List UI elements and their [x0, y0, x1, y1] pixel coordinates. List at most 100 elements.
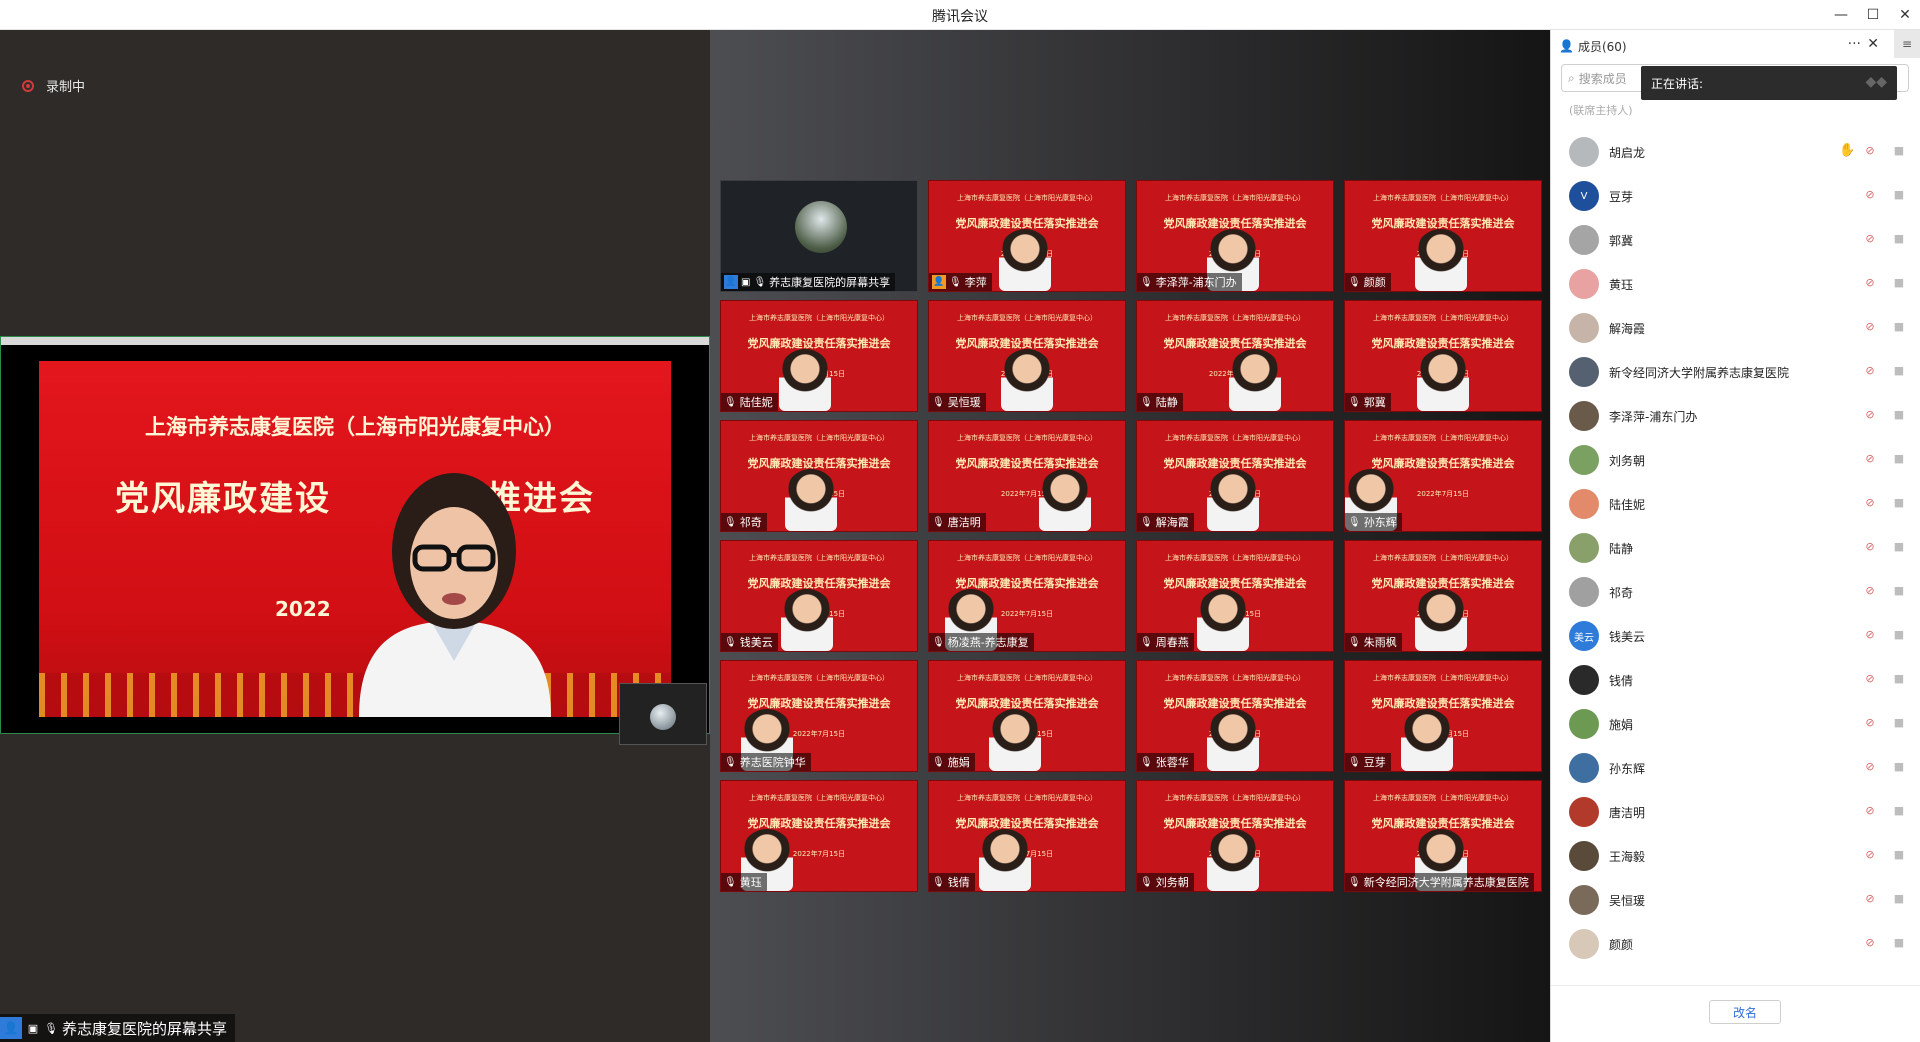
member-row[interactable]: 郭冀 ⊘ ■: [1551, 218, 1920, 262]
participant-tile[interactable]: 上海市养志康复医院（上海市阳光康复中心）党风廉政建设责任落实推进会2022年7月…: [928, 420, 1126, 532]
mic-muted-icon[interactable]: ⊘: [1863, 848, 1877, 862]
mic-muted-icon[interactable]: ⊘: [1863, 276, 1877, 290]
participant-tile[interactable]: 上海市养志康复医院（上海市阳光康复中心）党风廉政建设责任落实推进会2022年7月…: [1136, 180, 1334, 292]
pip-thumbnail[interactable]: [619, 683, 707, 745]
close-window-icon[interactable]: ✕: [1890, 0, 1920, 30]
mic-muted-icon[interactable]: ⊘: [1863, 804, 1877, 818]
camera-icon[interactable]: ■: [1891, 364, 1907, 378]
member-row[interactable]: 美云 钱美云 ⊘ ■: [1551, 614, 1920, 658]
camera-icon[interactable]: ■: [1891, 584, 1907, 598]
member-row[interactable]: 钱倩 ⊘ ■: [1551, 658, 1920, 702]
member-row[interactable]: 解海霞 ⊘ ■: [1551, 306, 1920, 350]
camera-icon[interactable]: ■: [1891, 144, 1907, 158]
member-row[interactable]: 陆佳妮 ⊘ ■: [1551, 482, 1920, 526]
mic-muted-icon[interactable]: ⊘: [1863, 408, 1877, 422]
camera-icon[interactable]: ■: [1891, 408, 1907, 422]
panel-menu-icon[interactable]: ≡: [1894, 30, 1920, 58]
participant-tile[interactable]: 上海市养志康复医院（上海市阳光康复中心）党风廉政建设责任落实推进会2022年7月…: [720, 780, 918, 892]
recording-indicator[interactable]: 录制中: [22, 76, 85, 95]
member-row[interactable]: 祁奇 ⊘ ■: [1551, 570, 1920, 614]
mic-muted-icon[interactable]: ⊘: [1863, 496, 1877, 510]
member-row[interactable]: 吴恒瑗 ⊘ ■: [1551, 878, 1920, 922]
member-row[interactable]: 胡启龙 ✋ ⊘ ■: [1551, 130, 1920, 174]
participant-tile[interactable]: 上海市养志康复医院（上海市阳光康复中心）党风廉政建设责任落实推进会2022年7月…: [928, 180, 1126, 292]
participant-tile[interactable]: 👤 ▣ 🎙 养志康复医院的屏幕共享: [720, 180, 918, 292]
member-panel-header: 👤 成员(60) ··· ✕: [1551, 30, 1891, 62]
participant-tile[interactable]: 上海市养志康复医院（上海市阳光康复中心）党风廉政建设责任落实推进会2022年7月…: [1136, 780, 1334, 892]
member-row[interactable]: 施娟 ⊘ ■: [1551, 702, 1920, 746]
participant-tile[interactable]: 上海市养志康复医院（上海市阳光康复中心）党风廉政建设责任落实推进会2022年7月…: [1344, 420, 1542, 532]
member-row[interactable]: 李泽萍-浦东门办 ⊘ ■: [1551, 394, 1920, 438]
mic-muted-icon[interactable]: ⊘: [1863, 320, 1877, 334]
member-row[interactable]: 刘务朝 ⊘ ■: [1551, 438, 1920, 482]
mic-muted-icon[interactable]: ⊘: [1863, 452, 1877, 466]
participant-tile[interactable]: 上海市养志康复医院（上海市阳光康复中心）党风廉政建设责任落实推进会2022年7月…: [720, 420, 918, 532]
participant-tile[interactable]: 上海市养志康复医院（上海市阳光康复中心）党风廉政建设责任落实推进会2022年7月…: [1136, 300, 1334, 412]
mic-muted-icon[interactable]: ⊘: [1863, 936, 1877, 950]
camera-icon[interactable]: ■: [1891, 848, 1907, 862]
mic-muted-icon[interactable]: ⊘: [1863, 144, 1877, 158]
camera-icon[interactable]: ■: [1891, 496, 1907, 510]
mic-muted-icon[interactable]: ⊘: [1863, 760, 1877, 774]
participant-tile[interactable]: 上海市养志康复医院（上海市阳光康复中心）党风廉政建设责任落实推进会2022年7月…: [1344, 540, 1542, 652]
camera-icon[interactable]: ■: [1891, 672, 1907, 686]
participant-tile[interactable]: 上海市养志康复医院（上海市阳光康复中心）党风廉政建设责任落实推进会2022年7月…: [1136, 660, 1334, 772]
member-row[interactable]: 王海毅 ⊘ ■: [1551, 834, 1920, 878]
member-row[interactable]: 陆静 ⊘ ■: [1551, 526, 1920, 570]
mic-muted-icon[interactable]: ⊘: [1863, 364, 1877, 378]
mic-muted-icon[interactable]: ⊘: [1863, 628, 1877, 642]
camera-icon[interactable]: ■: [1891, 188, 1907, 202]
member-row[interactable]: 新令经同济大学附属养志康复医院 ⊘ ■: [1551, 350, 1920, 394]
camera-icon[interactable]: ■: [1891, 276, 1907, 290]
participant-tile[interactable]: 上海市养志康复医院（上海市阳光康复中心）党风廉政建设责任落实推进会2022年7月…: [928, 780, 1126, 892]
minimize-icon[interactable]: —: [1826, 0, 1856, 30]
camera-icon[interactable]: ■: [1891, 232, 1907, 246]
camera-icon[interactable]: ■: [1891, 628, 1907, 642]
participant-tile[interactable]: 上海市养志康复医院（上海市阳光康复中心）党风廉政建设责任落实推进会2022年7月…: [1344, 300, 1542, 412]
more-icon[interactable]: ···: [1848, 36, 1861, 52]
mic-muted-icon[interactable]: ⊘: [1863, 540, 1877, 554]
participant-tile[interactable]: 上海市养志康复医院（上海市阳光康复中心）党风廉政建设责任落实推进会2022年7月…: [720, 540, 918, 652]
participant-tile[interactable]: 上海市养志康复医院（上海市阳光康复中心）党风廉政建设责任落实推进会2022年7月…: [928, 660, 1126, 772]
shared-screen[interactable]: 上海市养志康复医院（上海市阳光康复中心） 党风廉政建设 实推进会 2022: [0, 336, 710, 745]
camera-icon[interactable]: ■: [1891, 892, 1907, 906]
member-name: 唐洁明: [1609, 805, 1646, 820]
member-row[interactable]: V 豆芽 ⊘ ■: [1551, 174, 1920, 218]
recording-label: 录制中: [46, 80, 86, 95]
camera-icon[interactable]: ■: [1891, 760, 1907, 774]
mic-muted-icon[interactable]: ⊘: [1863, 232, 1877, 246]
close-panel-icon[interactable]: ✕: [1867, 36, 1879, 52]
participant-tile[interactable]: 上海市养志康复医院（上海市阳光康复中心）党风廉政建设责任落实推进会2022年7月…: [1344, 180, 1542, 292]
participant-video: [1197, 589, 1249, 651]
camera-icon[interactable]: ■: [1891, 452, 1907, 466]
mic-muted-icon: 🎙: [1140, 396, 1153, 408]
camera-icon[interactable]: ■: [1891, 716, 1907, 730]
participant-tile[interactable]: 上海市养志康复医院（上海市阳光康复中心）党风廉政建设责任落实推进会2022年7月…: [928, 300, 1126, 412]
mic-muted-icon[interactable]: ⊘: [1863, 188, 1877, 202]
member-name: 胡启龙: [1609, 145, 1646, 160]
avatar: [1569, 885, 1599, 915]
mic-muted-icon[interactable]: ⊘: [1863, 584, 1877, 598]
participant-tile[interactable]: 上海市养志康复医院（上海市阳光康复中心）党风廉政建设责任落实推进会2022年7月…: [928, 540, 1126, 652]
member-row[interactable]: 颜颜 ⊘ ■: [1551, 922, 1920, 966]
participant-tile[interactable]: 上海市养志康复医院（上海市阳光康复中心）党风廉政建设责任落实推进会2022年7月…: [1344, 780, 1542, 892]
camera-icon[interactable]: ■: [1891, 936, 1907, 950]
mic-muted-icon[interactable]: ⊘: [1863, 716, 1877, 730]
tile-slide-org: 上海市养志康复医院（上海市阳光康复中心）: [1373, 794, 1513, 802]
participant-tile[interactable]: 上海市养志康复医院（上海市阳光康复中心）党风廉政建设责任落实推进会2022年7月…: [1136, 420, 1334, 532]
participant-tile[interactable]: 上海市养志康复医院（上海市阳光康复中心）党风廉政建设责任落实推进会2022年7月…: [720, 300, 918, 412]
member-row[interactable]: 唐洁明 ⊘ ■: [1551, 790, 1920, 834]
tile-slide-org: 上海市养志康复医院（上海市阳光康复中心）: [957, 434, 1097, 442]
rename-button[interactable]: 改名: [1709, 1000, 1781, 1024]
camera-icon[interactable]: ■: [1891, 804, 1907, 818]
mic-muted-icon[interactable]: ⊘: [1863, 672, 1877, 686]
member-row[interactable]: 孙东辉 ⊘ ■: [1551, 746, 1920, 790]
mic-muted-icon[interactable]: ⊘: [1863, 892, 1877, 906]
participant-tile[interactable]: 上海市养志康复医院（上海市阳光康复中心）党风廉政建设责任落实推进会2022年7月…: [1136, 540, 1334, 652]
member-row[interactable]: 黄珏 ⊘ ■: [1551, 262, 1920, 306]
maximize-icon[interactable]: ☐: [1858, 0, 1888, 30]
camera-icon[interactable]: ■: [1891, 540, 1907, 554]
participant-tile[interactable]: 上海市养志康复医院（上海市阳光康复中心）党风廉政建设责任落实推进会2022年7月…: [720, 660, 918, 772]
camera-icon[interactable]: ■: [1891, 320, 1907, 334]
participant-tile[interactable]: 上海市养志康复医院（上海市阳光康复中心）党风廉政建设责任落实推进会2022年7月…: [1344, 660, 1542, 772]
